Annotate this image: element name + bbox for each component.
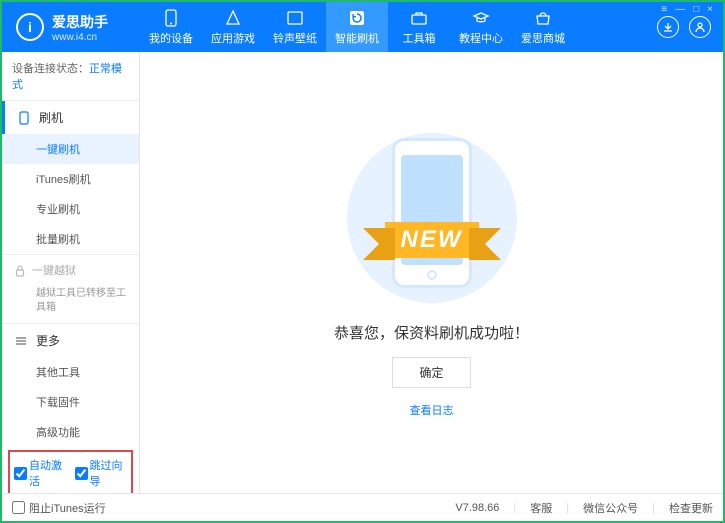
sidebar-jailbreak-section: 一键越狱 越狱工具已转移至工具箱 <box>2 254 139 323</box>
nav-tutorials[interactable]: 教程中心 <box>450 2 512 52</box>
main-panel: NEW 恭喜您，保资料刷机成功啦！ 确定 查看日志 <box>140 52 723 493</box>
sidebar-item-othertools[interactable]: 其他工具 <box>2 357 139 387</box>
nav-ringtones[interactable]: 铃声壁纸 <box>264 2 326 52</box>
auto-activate-checkbox[interactable]: 自动激活 <box>14 457 67 489</box>
connection-status: 设备连接状态：正常模式 <box>2 52 139 100</box>
sidebar-flash-section: 刷机 一键刷机 iTunes刷机 专业刷机 批量刷机 <box>2 100 139 254</box>
success-message: 恭喜您，保资料刷机成功啦！ <box>334 322 529 343</box>
app-title: 爱思助手 <box>52 12 108 32</box>
nav-label: 铃声壁纸 <box>273 30 317 46</box>
update-link[interactable]: 检查更新 <box>669 500 713 516</box>
nav-label: 教程中心 <box>459 30 503 46</box>
app-window: ≡ — □ × i 爱思助手 www.i4.cn 我的设备 应用游戏 铃声壁纸 <box>0 0 725 523</box>
sidebar-more-section: 更多 其他工具 下载固件 高级功能 <box>2 323 139 447</box>
graduation-icon <box>472 9 490 27</box>
apps-icon <box>224 9 242 27</box>
store-icon <box>534 9 552 27</box>
nav-flash[interactable]: 智能刷机 <box>326 2 388 52</box>
sidebar-header-label: 刷机 <box>39 109 63 126</box>
window-controls: ≡ — □ × <box>661 4 713 15</box>
sidebar-header-more[interactable]: 更多 <box>2 324 139 357</box>
sidebar-item-advanced[interactable]: 高级功能 <box>2 417 139 447</box>
app-url: www.i4.cn <box>52 32 108 43</box>
nav-my-device[interactable]: 我的设备 <box>140 2 202 52</box>
jailbreak-note: 越狱工具已转移至工具箱 <box>2 285 139 323</box>
statusbar: 阻止iTunes运行 V7.98.66 | 客服 | 微信公众号 | 检查更新 <box>2 493 723 521</box>
nav-toolbox[interactable]: 工具箱 <box>388 2 450 52</box>
nav-apps[interactable]: 应用游戏 <box>202 2 264 52</box>
minimize-icon[interactable]: — <box>675 4 685 15</box>
success-illustration: NEW <box>332 128 532 308</box>
ok-button[interactable]: 确定 <box>392 357 470 388</box>
block-itunes-checkbox[interactable]: 阻止iTunes运行 <box>12 500 106 516</box>
title-actions <box>645 16 723 38</box>
sidebar-item-batch[interactable]: 批量刷机 <box>2 224 139 254</box>
main-nav: 我的设备 应用游戏 铃声壁纸 智能刷机 工具箱 教程中心 <box>140 2 645 52</box>
phone-icon <box>162 9 180 27</box>
sidebar-item-pro[interactable]: 专业刷机 <box>2 194 139 224</box>
sidebar-item-oneclick[interactable]: 一键刷机 <box>2 134 139 164</box>
nav-label: 我的设备 <box>149 30 193 46</box>
titlebar: ≡ — □ × i 爱思助手 www.i4.cn 我的设备 应用游戏 铃声壁纸 <box>2 2 723 52</box>
maximize-icon[interactable]: □ <box>693 4 699 15</box>
nav-label: 爱思商城 <box>521 30 565 46</box>
logo-area: i 爱思助手 www.i4.cn <box>2 12 140 43</box>
phone-small-icon <box>17 111 31 125</box>
toolbox-icon <box>410 9 428 27</box>
sidebar-header-flash[interactable]: 刷机 <box>2 101 139 134</box>
sidebar: 设备连接状态：正常模式 刷机 一键刷机 iTunes刷机 专业刷机 批量刷机 一… <box>2 52 140 493</box>
version-label: V7.98.66 <box>455 502 499 514</box>
refresh-icon <box>348 9 366 27</box>
wallpaper-icon <box>286 9 304 27</box>
nav-label: 应用游戏 <box>211 30 255 46</box>
sidebar-item-download-firmware[interactable]: 下载固件 <box>2 387 139 417</box>
nav-label: 智能刷机 <box>335 30 379 46</box>
user-button[interactable] <box>689 16 711 38</box>
body: 设备连接状态：正常模式 刷机 一键刷机 iTunes刷机 专业刷机 批量刷机 一… <box>2 52 723 493</box>
logo-icon: i <box>16 13 44 41</box>
ribbon-new: NEW <box>385 222 479 258</box>
service-link[interactable]: 客服 <box>530 500 552 516</box>
sidebar-header-label: 更多 <box>36 332 60 349</box>
nav-store[interactable]: 爱思商城 <box>512 2 574 52</box>
download-button[interactable] <box>657 16 679 38</box>
sidebar-item-jailbreak[interactable]: 一键越狱 <box>2 255 139 285</box>
close-icon[interactable]: × <box>707 4 713 15</box>
menu-icon <box>14 334 28 348</box>
skip-guide-checkbox[interactable]: 跳过向导 <box>75 457 128 489</box>
flash-options: 自动激活 跳过向导 <box>8 450 133 493</box>
nav-label: 工具箱 <box>403 30 436 46</box>
sidebar-item-itunes[interactable]: iTunes刷机 <box>2 164 139 194</box>
settings-mini-icon[interactable]: ≡ <box>661 4 667 15</box>
lock-icon <box>14 264 26 277</box>
wechat-link[interactable]: 微信公众号 <box>583 500 638 516</box>
view-log-link[interactable]: 查看日志 <box>410 402 454 418</box>
